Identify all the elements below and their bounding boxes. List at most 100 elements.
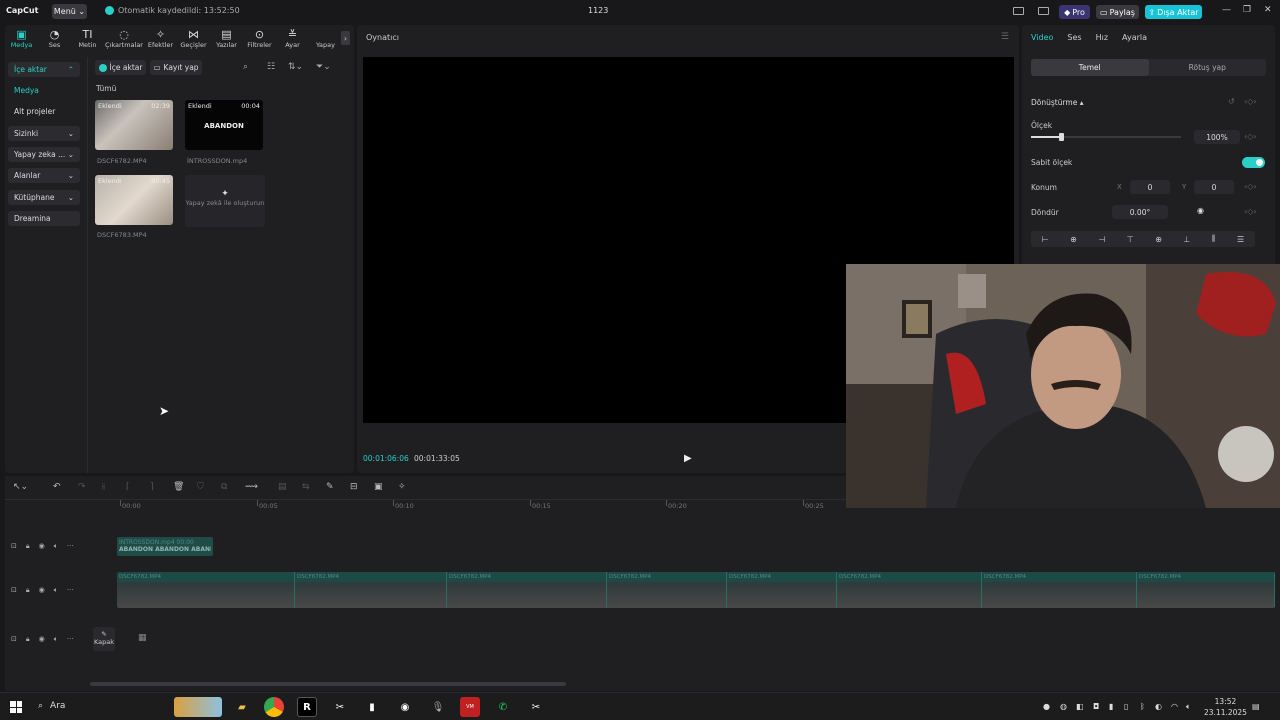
more-icon[interactable]: ··· [67, 542, 74, 551]
tab-adjust[interactable]: Ayarla [1122, 33, 1147, 42]
taskbar-search[interactable]: ⌕ Ara [38, 701, 65, 711]
bluetooth-icon[interactable]: ᛒ [1140, 702, 1145, 711]
select-tool-icon[interactable]: ↖⌄ [13, 482, 28, 492]
rotate-dial-icon[interactable]: ◉ [1197, 206, 1204, 215]
taskbar-clock[interactable]: 13:52 23.11.2025 [1204, 696, 1247, 718]
uniform-scale-toggle[interactable] [1242, 157, 1265, 168]
scale-slider[interactable] [1031, 133, 1181, 141]
tab-audio[interactable]: ◔ Ses [38, 25, 71, 55]
scale-input[interactable]: 100% [1194, 130, 1240, 144]
sidebar-item-subprojects[interactable]: Alt projeler [8, 104, 80, 119]
volume-icon[interactable]: 🔈︎ [1186, 702, 1191, 712]
scale-slider-handle[interactable] [1059, 133, 1064, 141]
distribute-v-icon[interactable]: ☰ [1237, 235, 1244, 244]
intro-clip[interactable]: İNTROSSDON.mp4 00:00 ABANDON ABANDON ABA… [117, 537, 213, 556]
keyframe-icon[interactable]: ‹◇› [1244, 97, 1257, 106]
segment-basic[interactable]: Temel [1031, 59, 1149, 76]
chrome-icon[interactable] [264, 697, 284, 717]
cover-button[interactable]: ✎ Kapak [93, 627, 115, 651]
tab-effects[interactable]: ✧ Efektler [144, 25, 177, 55]
timeline-clip[interactable]: DSCF6782.MP4 [837, 572, 982, 608]
mic-tray-icon[interactable]: ▮ [1109, 702, 1113, 711]
segment-retouch[interactable]: Rötuş yap [1149, 59, 1267, 76]
search-icon[interactable]: ⌕ [243, 62, 248, 72]
more-icon[interactable]: ··· [67, 586, 74, 595]
ai-create-button[interactable]: ✦ Yapay zekâ ile oluşturun [185, 175, 265, 227]
tab-text[interactable]: TI Metin [71, 25, 104, 55]
align-right-icon[interactable]: ⊣ [1098, 235, 1105, 244]
align-center-v-icon[interactable]: ⊕ [1155, 235, 1162, 244]
timeline-clip[interactable]: DSCF6782.MP4 [982, 572, 1137, 608]
tab-audio[interactable]: Ses [1067, 33, 1081, 42]
share-button[interactable]: ▭ Paylaş [1096, 5, 1139, 19]
voicemeeter-icon[interactable]: VM [460, 697, 480, 717]
media-clip[interactable]: Eklendi 00:04 ABANDON [185, 100, 263, 150]
sidebar-item-yours[interactable]: Sizinki ⌄ [8, 126, 80, 141]
timeline-clip[interactable]: DSCF6782.MP4 [447, 572, 607, 608]
tab-video[interactable]: Video [1031, 33, 1053, 42]
grid-view-icon[interactable]: ☷ [267, 62, 275, 72]
media-clip[interactable]: Eklendi 02:39 [95, 100, 173, 150]
align-bottom-icon[interactable]: ⊥ [1183, 235, 1190, 244]
filter-icon[interactable]: ⏷⌄ [316, 62, 331, 72]
volume-icon[interactable]: 🔈︎ [54, 542, 58, 551]
eye-icon[interactable]: ◉ [39, 586, 45, 595]
sidebar-item-spaces[interactable]: Alanlar ⌄ [8, 168, 80, 183]
sidebar-item-dreamina[interactable]: Dreamina [8, 211, 80, 226]
distribute-h-icon[interactable]: ⫼ [1212, 234, 1216, 244]
align-left-icon[interactable]: ⊢ [1042, 235, 1049, 244]
tray-app-icon[interactable]: ◧ [1076, 702, 1084, 711]
tray-app-icon[interactable]: ◘ [1093, 702, 1099, 711]
rotate-input[interactable]: 0.00° [1112, 205, 1168, 219]
more-icon[interactable]: ··· [67, 635, 74, 644]
undo-icon[interactable]: ↶ [53, 482, 61, 492]
crop-icon[interactable]: ⧉ [221, 482, 227, 492]
network-icon[interactable]: ◠ [1171, 702, 1178, 711]
align-top-icon[interactable]: ⊤ [1127, 235, 1134, 244]
play-icon[interactable]: ▶ [684, 453, 692, 464]
microphone-icon[interactable]: 🎙︎ [428, 697, 448, 717]
hamburger-icon[interactable]: ☰ [1001, 32, 1009, 42]
record-button[interactable]: ▭ Kayıt yap [150, 60, 202, 75]
transform-section-title[interactable]: Dönüştürme ▴ [1031, 98, 1084, 107]
main-video-track[interactable]: DSCF6782.MP4 DSCF6782.MP4 DSCF6782.MP4 D… [117, 572, 1275, 608]
timeline-clip[interactable]: DSCF6782.MP4 [607, 572, 727, 608]
caption-icon[interactable]: ⊟ [350, 482, 358, 492]
tray-app-icon[interactable]: ● [1043, 702, 1050, 711]
shortcuts-icon[interactable] [1038, 7, 1049, 15]
position-y-input[interactable]: 0 [1194, 180, 1234, 194]
lock-icon[interactable]: 🔒︎ [26, 586, 30, 595]
sidebar-item-library[interactable]: Kütüphane ⌄ [8, 190, 80, 205]
tab-stickers[interactable]: ◌ Çıkartmalar [104, 25, 144, 55]
windows-start-icon[interactable] [10, 701, 22, 713]
magic-icon[interactable]: ✎ [326, 482, 334, 492]
export-button[interactable]: ⇪ Dışa Aktar [1145, 5, 1202, 19]
keyframe-icon[interactable]: ‹◇› [1244, 132, 1257, 141]
project-title[interactable]: 1123 [588, 6, 608, 15]
tab-media[interactable]: ▣ Medya [5, 25, 38, 55]
keyframe-icon[interactable]: ‹◇› [1244, 182, 1257, 191]
sidebar-item-media[interactable]: Medya [8, 83, 80, 98]
minimize-icon[interactable]: — [1222, 5, 1231, 15]
tab-speed[interactable]: Hız [1096, 33, 1108, 42]
pro-button[interactable]: ◆ Pro [1059, 5, 1090, 19]
timeline-clip[interactable]: DSCF6782.MP4 [295, 572, 447, 608]
trim-right-icon[interactable]: ⌉ [150, 482, 154, 492]
whatsapp-icon[interactable]: ✆ [493, 697, 513, 717]
reset-icon[interactable]: ↺ [1228, 97, 1235, 106]
tab-filters[interactable]: ⊙ Filtreler [243, 25, 276, 55]
notifications-icon[interactable]: ▤ [1252, 702, 1260, 711]
trim-left-icon[interactable]: ⌈ [126, 482, 130, 492]
tray-app-icon[interactable]: ▯ [1124, 702, 1128, 711]
tabs-scroll-right-icon[interactable]: › [341, 31, 350, 45]
timeline-clip[interactable]: DSCF6782.MP4 [117, 572, 295, 608]
r-app-icon[interactable]: R [297, 697, 317, 717]
timeline-scrollbar[interactable] [90, 682, 566, 686]
steam-icon[interactable]: ◍ [1060, 702, 1067, 711]
freeze-icon[interactable]: ▤ [278, 482, 287, 492]
lock-icon[interactable]: 🔒︎ [26, 635, 30, 644]
weather-widget-icon[interactable] [174, 697, 222, 717]
volume-icon[interactable]: 🔈︎ [54, 586, 58, 595]
tab-adjust[interactable]: ≚ Ayar [276, 25, 309, 55]
ai-tool-icon[interactable]: ✧ [398, 482, 406, 492]
